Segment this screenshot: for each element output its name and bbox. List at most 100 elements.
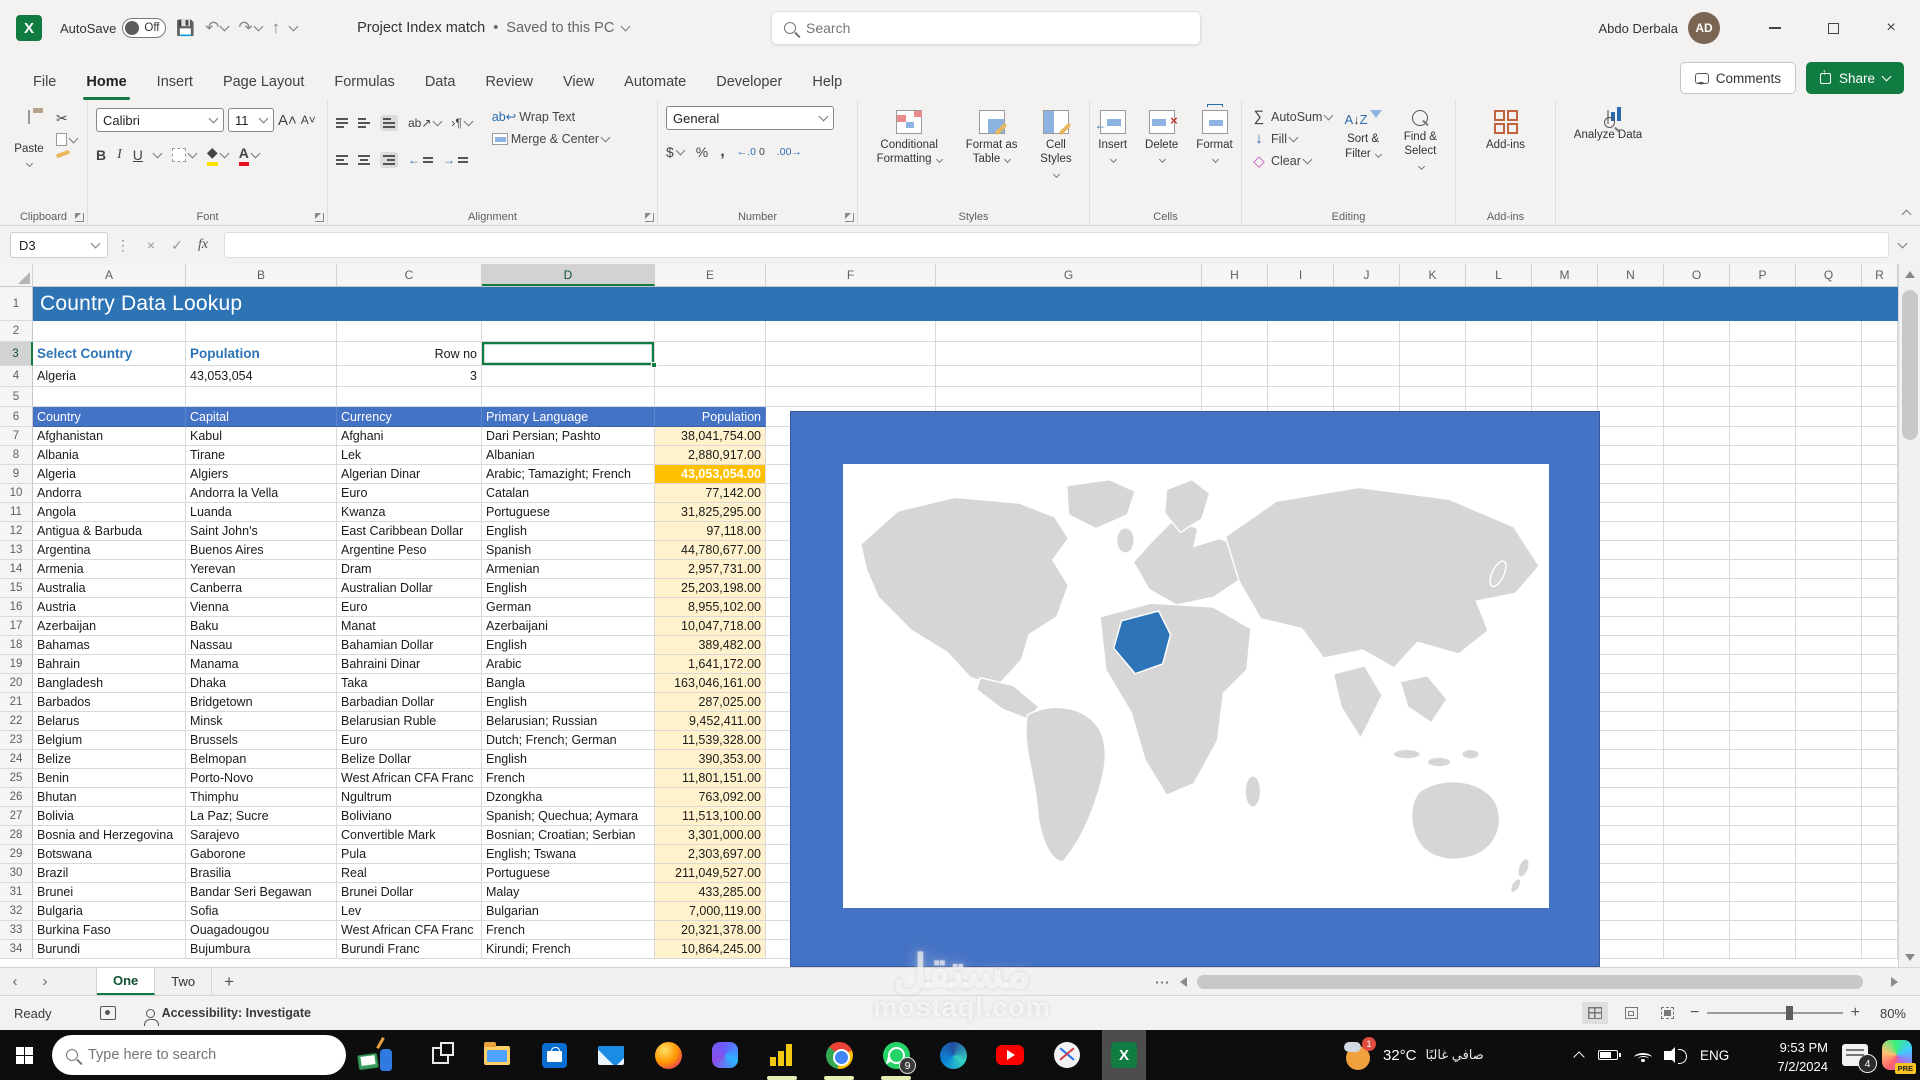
tab-home[interactable]: Home (71, 66, 141, 100)
accessibility-status[interactable]: Accessibility: Investigate (146, 1006, 311, 1020)
column-header-L[interactable]: L (1466, 264, 1532, 286)
row-header-17[interactable]: 17 (0, 617, 33, 636)
cell-R10[interactable] (1862, 484, 1898, 503)
copy-button[interactable] (56, 133, 77, 146)
decrease-indent-button[interactable]: ← (408, 153, 433, 167)
cell-R34[interactable] (1862, 940, 1898, 959)
scroll-down-button[interactable] (1899, 947, 1920, 967)
cell-P11[interactable] (1730, 503, 1796, 522)
cell-O23[interactable] (1664, 731, 1730, 750)
cell-C30[interactable]: Real (337, 864, 482, 883)
cell-D4[interactable] (482, 366, 655, 387)
microsoft-store-icon[interactable] (532, 1030, 576, 1080)
row-header-4[interactable]: 4 (0, 366, 33, 387)
cell-B5[interactable] (186, 387, 337, 407)
cell-B33[interactable]: Ouagadougou (186, 921, 337, 940)
cell-P3[interactable] (1730, 342, 1796, 366)
cell-A21[interactable]: Barbados (33, 693, 186, 712)
cell-B25[interactable]: Porto-Novo (186, 769, 337, 788)
cell-C17[interactable]: Manat (337, 617, 482, 636)
cell-H2[interactable] (1202, 321, 1268, 342)
cell-I4[interactable] (1268, 366, 1334, 387)
cell-D27[interactable]: Spanish; Quechua; Aymara (482, 807, 655, 826)
cell-A4[interactable]: Algeria (33, 366, 186, 387)
maximize-button[interactable] (1804, 0, 1862, 56)
cell-R18[interactable] (1862, 636, 1898, 655)
cell-P14[interactable] (1730, 560, 1796, 579)
whatsapp-icon[interactable]: 9 (874, 1030, 918, 1080)
row-header-28[interactable]: 28 (0, 826, 33, 845)
cut-button[interactable]: ✂ (56, 110, 77, 127)
cell-R14[interactable] (1862, 560, 1898, 579)
page-break-view-button[interactable] (1654, 1002, 1680, 1024)
cell-R13[interactable] (1862, 541, 1898, 560)
cell-O15[interactable] (1664, 579, 1730, 598)
cell-styles-button[interactable]: Cell Styles (1031, 106, 1081, 207)
cell-Q12[interactable] (1796, 522, 1862, 541)
cell-R7[interactable] (1862, 427, 1898, 446)
name-box[interactable]: D3 (10, 232, 108, 258)
redo-button[interactable]: ↷ (238, 18, 261, 38)
row-header-9[interactable]: 9 (0, 465, 33, 484)
cell-D24[interactable]: English (482, 750, 655, 769)
cell-M3[interactable] (1532, 342, 1598, 366)
zoom-in-button[interactable]: + (1851, 1004, 1860, 1022)
row-header-32[interactable]: 32 (0, 902, 33, 921)
cell-O10[interactable] (1664, 484, 1730, 503)
cell-D20[interactable]: Bangla (482, 674, 655, 693)
cell-P34[interactable] (1730, 940, 1796, 959)
cell-C21[interactable]: Barbadian Dollar (337, 693, 482, 712)
horizontal-scroll-thumb[interactable] (1197, 975, 1863, 989)
cell-E26[interactable]: 763,092.00 (655, 788, 766, 807)
cell-G4[interactable] (936, 366, 1202, 387)
cell-B17[interactable]: Baku (186, 617, 337, 636)
align-bottom-button[interactable] (380, 115, 398, 131)
cell-B4[interactable]: 43,053,054 (186, 366, 337, 387)
cell-C29[interactable]: Pula (337, 845, 482, 864)
cell-N14[interactable] (1598, 560, 1664, 579)
cell-N29[interactable] (1598, 845, 1664, 864)
cell-D6[interactable]: Primary Language (482, 407, 655, 427)
column-header-Q[interactable]: Q (1796, 264, 1862, 286)
cell-O16[interactable] (1664, 598, 1730, 617)
row-header-13[interactable]: 13 (0, 541, 33, 560)
cell-P24[interactable] (1730, 750, 1796, 769)
cell-A18[interactable]: Bahamas (33, 636, 186, 655)
cell-D17[interactable]: Azerbaijani (482, 617, 655, 636)
tab-review[interactable]: Review (470, 66, 548, 100)
cell-N22[interactable] (1598, 712, 1664, 731)
column-header-M[interactable]: M (1532, 264, 1598, 286)
column-header-I[interactable]: I (1268, 264, 1334, 286)
firefox-icon[interactable] (646, 1030, 690, 1080)
row-header-2[interactable]: 2 (0, 321, 33, 342)
cell-N10[interactable] (1598, 484, 1664, 503)
cell-B12[interactable]: Saint John's (186, 522, 337, 541)
cell-N21[interactable] (1598, 693, 1664, 712)
cell-Q9[interactable] (1796, 465, 1862, 484)
cell-E29[interactable]: 2,303,697.00 (655, 845, 766, 864)
formula-input[interactable] (224, 232, 1889, 258)
cell-C12[interactable]: East Caribbean Dollar (337, 522, 482, 541)
save-button[interactable]: 💾 (176, 19, 195, 37)
cell-P29[interactable] (1730, 845, 1796, 864)
cell-R21[interactable] (1862, 693, 1898, 712)
cell-N5[interactable] (1598, 387, 1664, 407)
cell-E19[interactable]: 1,641,172.00 (655, 655, 766, 674)
battery-icon[interactable] (1598, 1030, 1618, 1080)
cell-A14[interactable]: Armenia (33, 560, 186, 579)
increase-decimal-button[interactable]: ←.00 (737, 146, 765, 158)
cell-B8[interactable]: Tirane (186, 446, 337, 465)
cell-A28[interactable]: Bosnia and Herzegovina (33, 826, 186, 845)
font-color-button[interactable]: A (239, 145, 259, 166)
cell-C22[interactable]: Belarusian Ruble (337, 712, 482, 731)
cell-Q16[interactable] (1796, 598, 1862, 617)
cell-C34[interactable]: Burundi Franc (337, 940, 482, 959)
cell-D14[interactable]: Armenian (482, 560, 655, 579)
row-header-23[interactable]: 23 (0, 731, 33, 750)
cell-D7[interactable]: Dari Persian; Pashto (482, 427, 655, 446)
cell-O31[interactable] (1664, 883, 1730, 902)
cell-E28[interactable]: 3,301,000.00 (655, 826, 766, 845)
cell-O19[interactable] (1664, 655, 1730, 674)
zoom-slider[interactable]: − + (1690, 1004, 1860, 1022)
row-header-18[interactable]: 18 (0, 636, 33, 655)
